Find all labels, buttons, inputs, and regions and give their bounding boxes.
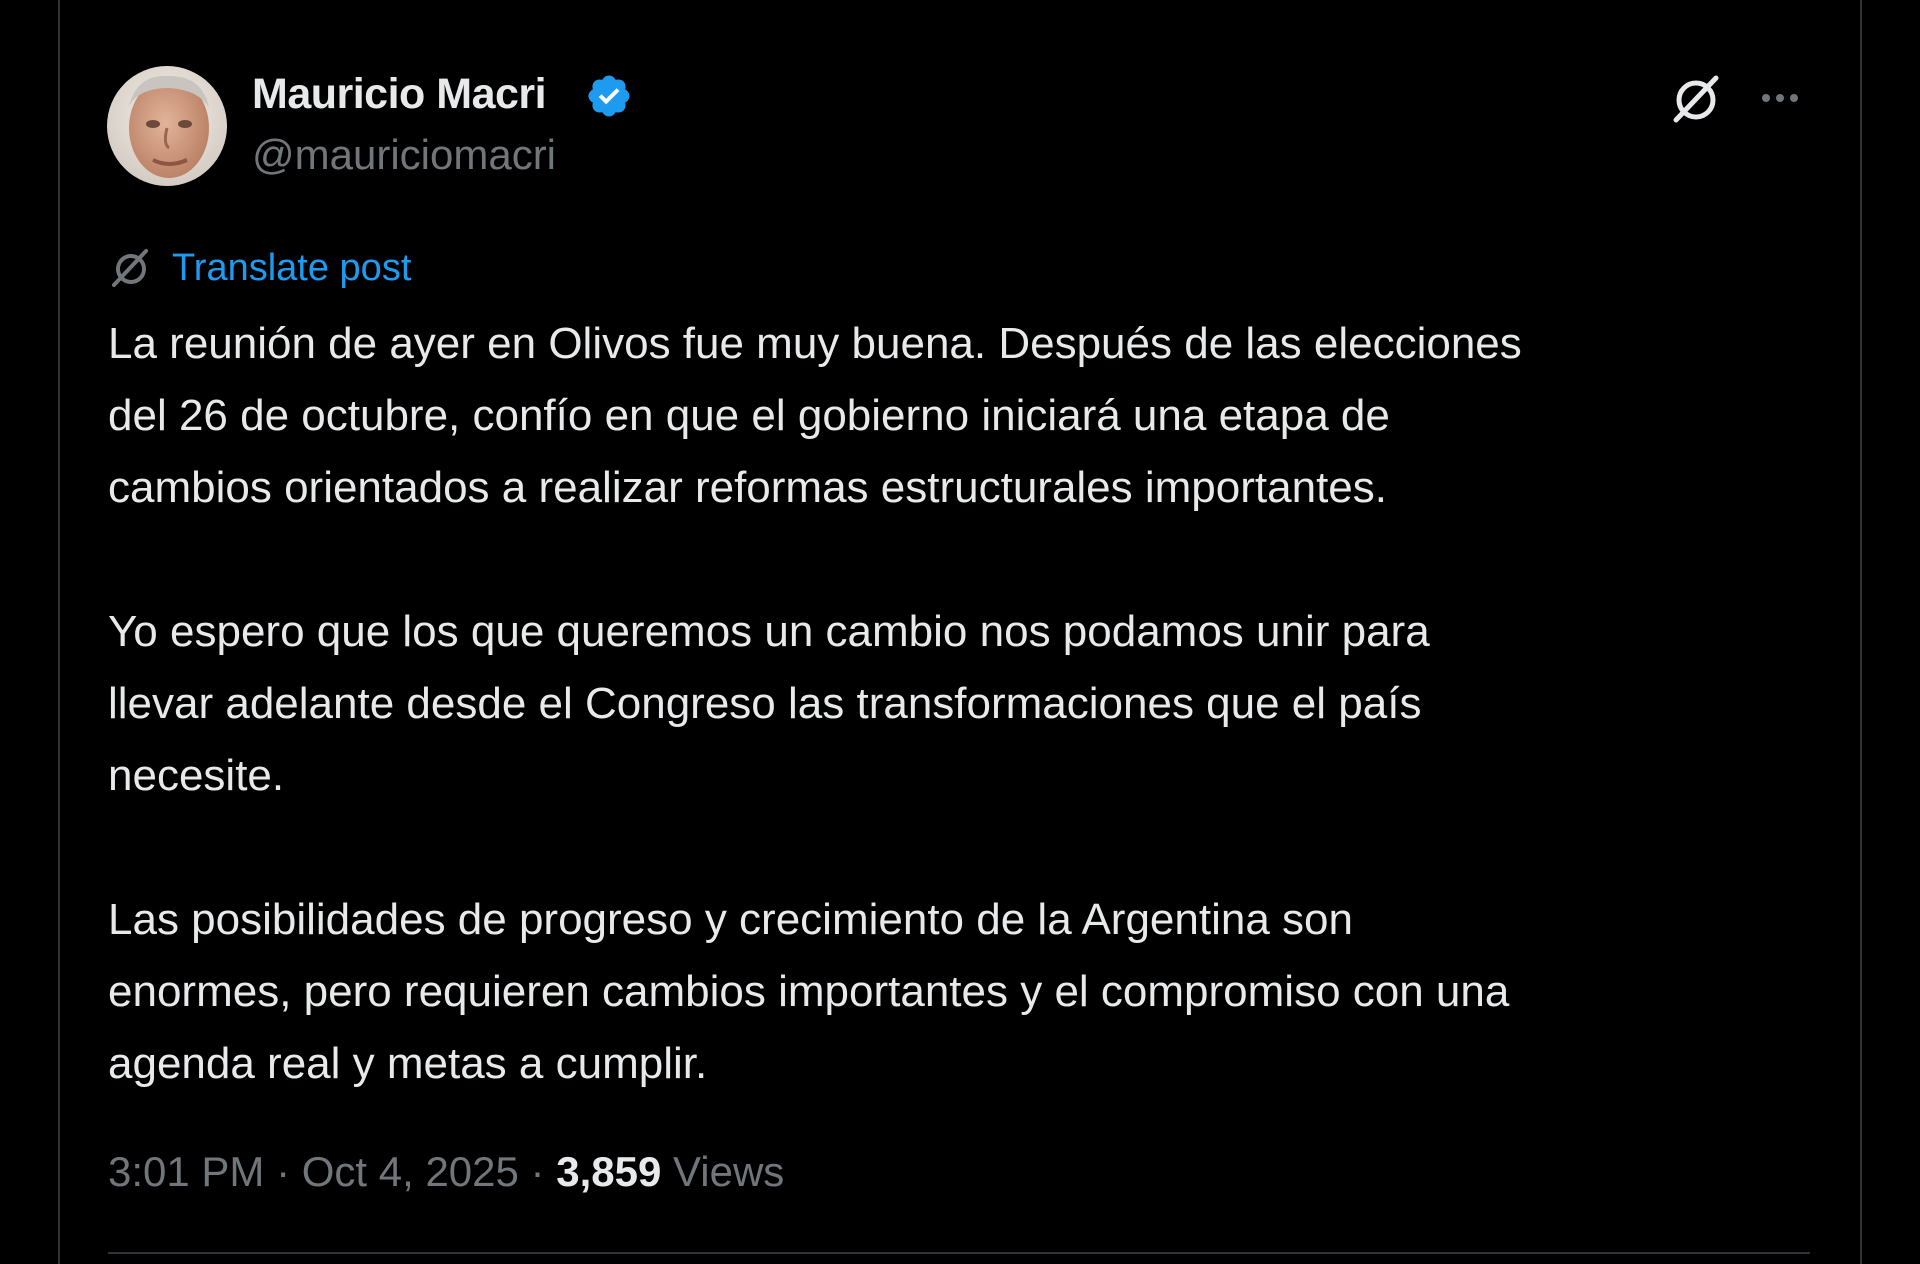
post-time: 3:01 PM xyxy=(108,1148,265,1195)
meta-separator: · xyxy=(264,1148,302,1195)
post-text-line: cambios orientados a realizar reformas e… xyxy=(108,463,1387,512)
post-text-line: Las posibilidades de progreso y crecimie… xyxy=(108,895,1353,944)
post-text-line: del 26 de octubre, confío en que el gobi… xyxy=(108,391,1390,440)
translate-post-label: Translate post xyxy=(172,246,412,289)
post-date: Oct 4, 2025 xyxy=(301,1148,519,1195)
avatar[interactable] xyxy=(107,66,227,186)
views-count: 3,859 xyxy=(556,1148,662,1195)
post-paragraph: Las posibilidades de progreso y crecimie… xyxy=(108,884,1858,1100)
post-text-line: necesite. xyxy=(108,751,285,800)
post-text-line: agenda real y metas a cumplir. xyxy=(108,1039,708,1088)
post-text: La reunión de ayer en Olivos fue muy bue… xyxy=(108,308,1858,1172)
meta-separator: · xyxy=(518,1148,557,1195)
grok-translate-icon xyxy=(112,249,148,287)
post-meta: 3:01 PM · Oct 4, 2025 · 3,859 Views xyxy=(108,1148,784,1196)
post-paragraph: La reunión de ayer en Olivos fue muy bue… xyxy=(108,308,1858,524)
verified-badge-icon xyxy=(588,75,630,117)
post-text-line: La reunión de ayer en Olivos fue muy bue… xyxy=(108,319,1522,368)
post-paragraph: Yo espero que los que queremos un cambio… xyxy=(108,596,1858,812)
author-handle[interactable]: @mauriciomacri xyxy=(252,131,556,179)
translate-post-link[interactable]: Translate post xyxy=(108,244,411,292)
post-text-line: llevar adelante desde el Congreso las tr… xyxy=(108,679,1422,728)
post-text-line: enormes, pero requieren cambios importan… xyxy=(108,967,1510,1016)
post-text-line: Yo espero que los que queremos un cambio… xyxy=(108,607,1430,656)
timeline-right-border xyxy=(1860,0,1862,1264)
divider xyxy=(108,1252,1810,1254)
author-name[interactable]: Mauricio Macri xyxy=(252,70,547,119)
grok-icon[interactable] xyxy=(1668,70,1724,126)
post-timestamp-link[interactable]: 3:01 PM · Oct 4, 2025 xyxy=(108,1148,519,1195)
post-card: Mauricio Macri @mauriciomacri Translate … xyxy=(60,0,1860,1264)
more-icon[interactable] xyxy=(1752,76,1808,120)
views-label: Views xyxy=(673,1148,785,1195)
